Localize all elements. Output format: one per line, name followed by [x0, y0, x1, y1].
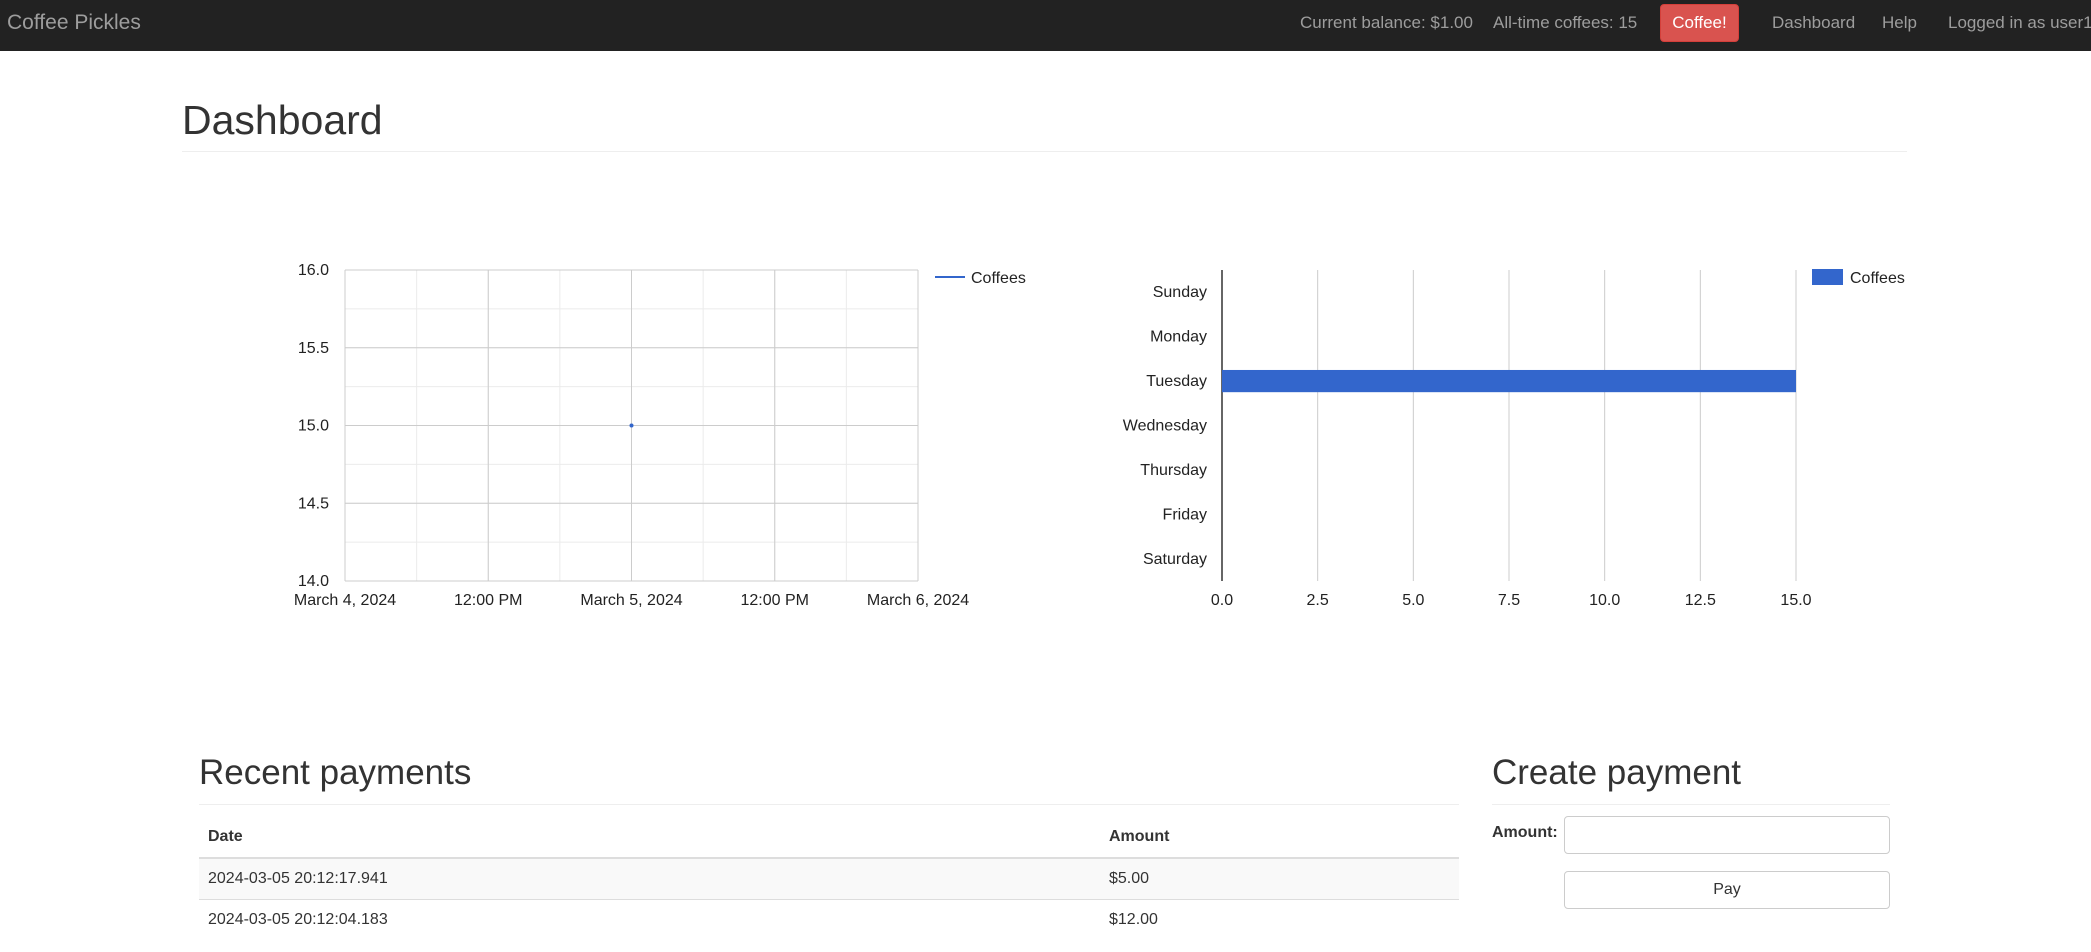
line-chart-x-tick-label: March 5, 2024	[580, 592, 682, 609]
logged-in-user[interactable]: Logged in as user1	[1948, 0, 2091, 51]
amount-input[interactable]	[1564, 816, 1890, 854]
payments-table: Date Amount 2024-03-05 20:12:17.941 $5.0…	[199, 817, 1459, 940]
line-chart-y-tick-label: 16.0	[298, 262, 329, 279]
alltime-coffees: All-time coffees: 15	[1493, 13, 1638, 32]
create-payment-title: Create payment	[1492, 753, 1742, 792]
line-chart-data-point	[629, 423, 634, 428]
create-payment-divider	[1492, 804, 1890, 805]
bar-legend-swatch	[1812, 269, 1843, 285]
recent-payments-title: Recent payments	[199, 753, 472, 792]
payments-header-row: Date Amount	[199, 817, 1459, 859]
date-column-header: Date	[199, 817, 1100, 859]
pay-button[interactable]: Pay	[1564, 871, 1890, 909]
table-row: 2024-03-05 20:12:17.941 $5.00	[199, 857, 1459, 900]
bar-chart-x-tick-label: 10.0	[1589, 592, 1620, 609]
line-chart-y-tick-label: 15.0	[298, 418, 329, 435]
line-chart-x-tick-label: 12:00 PM	[454, 592, 522, 609]
top-navbar: Coffee Pickles Current balance: $1.00 Al…	[0, 0, 2091, 51]
payment-amount: $12.00	[1100, 899, 1459, 940]
bar-chart-category-label: Wednesday	[1123, 418, 1207, 435]
bar-chart-category-label: Friday	[1163, 506, 1207, 523]
bar-chart-x-tick-label: 7.5	[1498, 592, 1520, 609]
line-chart-x-tick-label: 12:00 PM	[741, 592, 809, 609]
title-divider	[182, 151, 1907, 152]
amount-column-header: Amount	[1100, 817, 1459, 859]
page-title: Dashboard	[182, 97, 383, 143]
payment-date: 2024-03-05 20:12:04.183	[199, 899, 1100, 940]
line-chart-y-tick-label: 14.5	[298, 495, 329, 512]
bar-chart-category-label: Monday	[1150, 329, 1207, 346]
line-chart-y-tick-label: 14.0	[298, 573, 329, 590]
recent-payments-divider	[199, 804, 1459, 805]
amount-label: Amount:	[1492, 824, 1558, 841]
bar-chart-x-tick-label: 15.0	[1780, 592, 1811, 609]
bar-chart-x-tick-label: 12.5	[1685, 592, 1716, 609]
bar-chart-x-tick-label: 5.0	[1402, 592, 1424, 609]
bar-chart-category-label: Saturday	[1143, 551, 1207, 568]
bar-chart-bar	[1222, 369, 1796, 393]
bar-chart-category-label: Tuesday	[1146, 373, 1207, 390]
coffee-button[interactable]: Coffee!	[1660, 4, 1739, 42]
brand-link[interactable]: Coffee Pickles	[7, 0, 141, 51]
bar-chart-category-label: Thursday	[1140, 462, 1207, 479]
bar-chart-category-label: Sunday	[1153, 284, 1207, 301]
current-balance: Current balance: $1.00	[1300, 13, 1473, 32]
line-chart-x-tick-label: March 4, 2024	[294, 592, 396, 609]
bar-chart-x-tick-label: 2.5	[1307, 592, 1329, 609]
nav-help-link[interactable]: Help	[1882, 0, 1917, 51]
table-row: 2024-03-05 20:12:04.183 $12.00	[199, 899, 1459, 940]
bar-legend-label: Coffees	[1850, 270, 1905, 287]
line-chart-y-tick-label: 15.5	[298, 340, 329, 357]
line-legend-label: Coffees	[971, 270, 1026, 287]
nav-dashboard-link[interactable]: Dashboard	[1772, 0, 1855, 51]
line-chart-x-tick-label: March 6, 2024	[867, 592, 969, 609]
payment-amount: $5.00	[1100, 857, 1459, 900]
bar-chart-x-tick-label: 0.0	[1211, 592, 1233, 609]
payment-date: 2024-03-05 20:12:17.941	[199, 857, 1100, 900]
